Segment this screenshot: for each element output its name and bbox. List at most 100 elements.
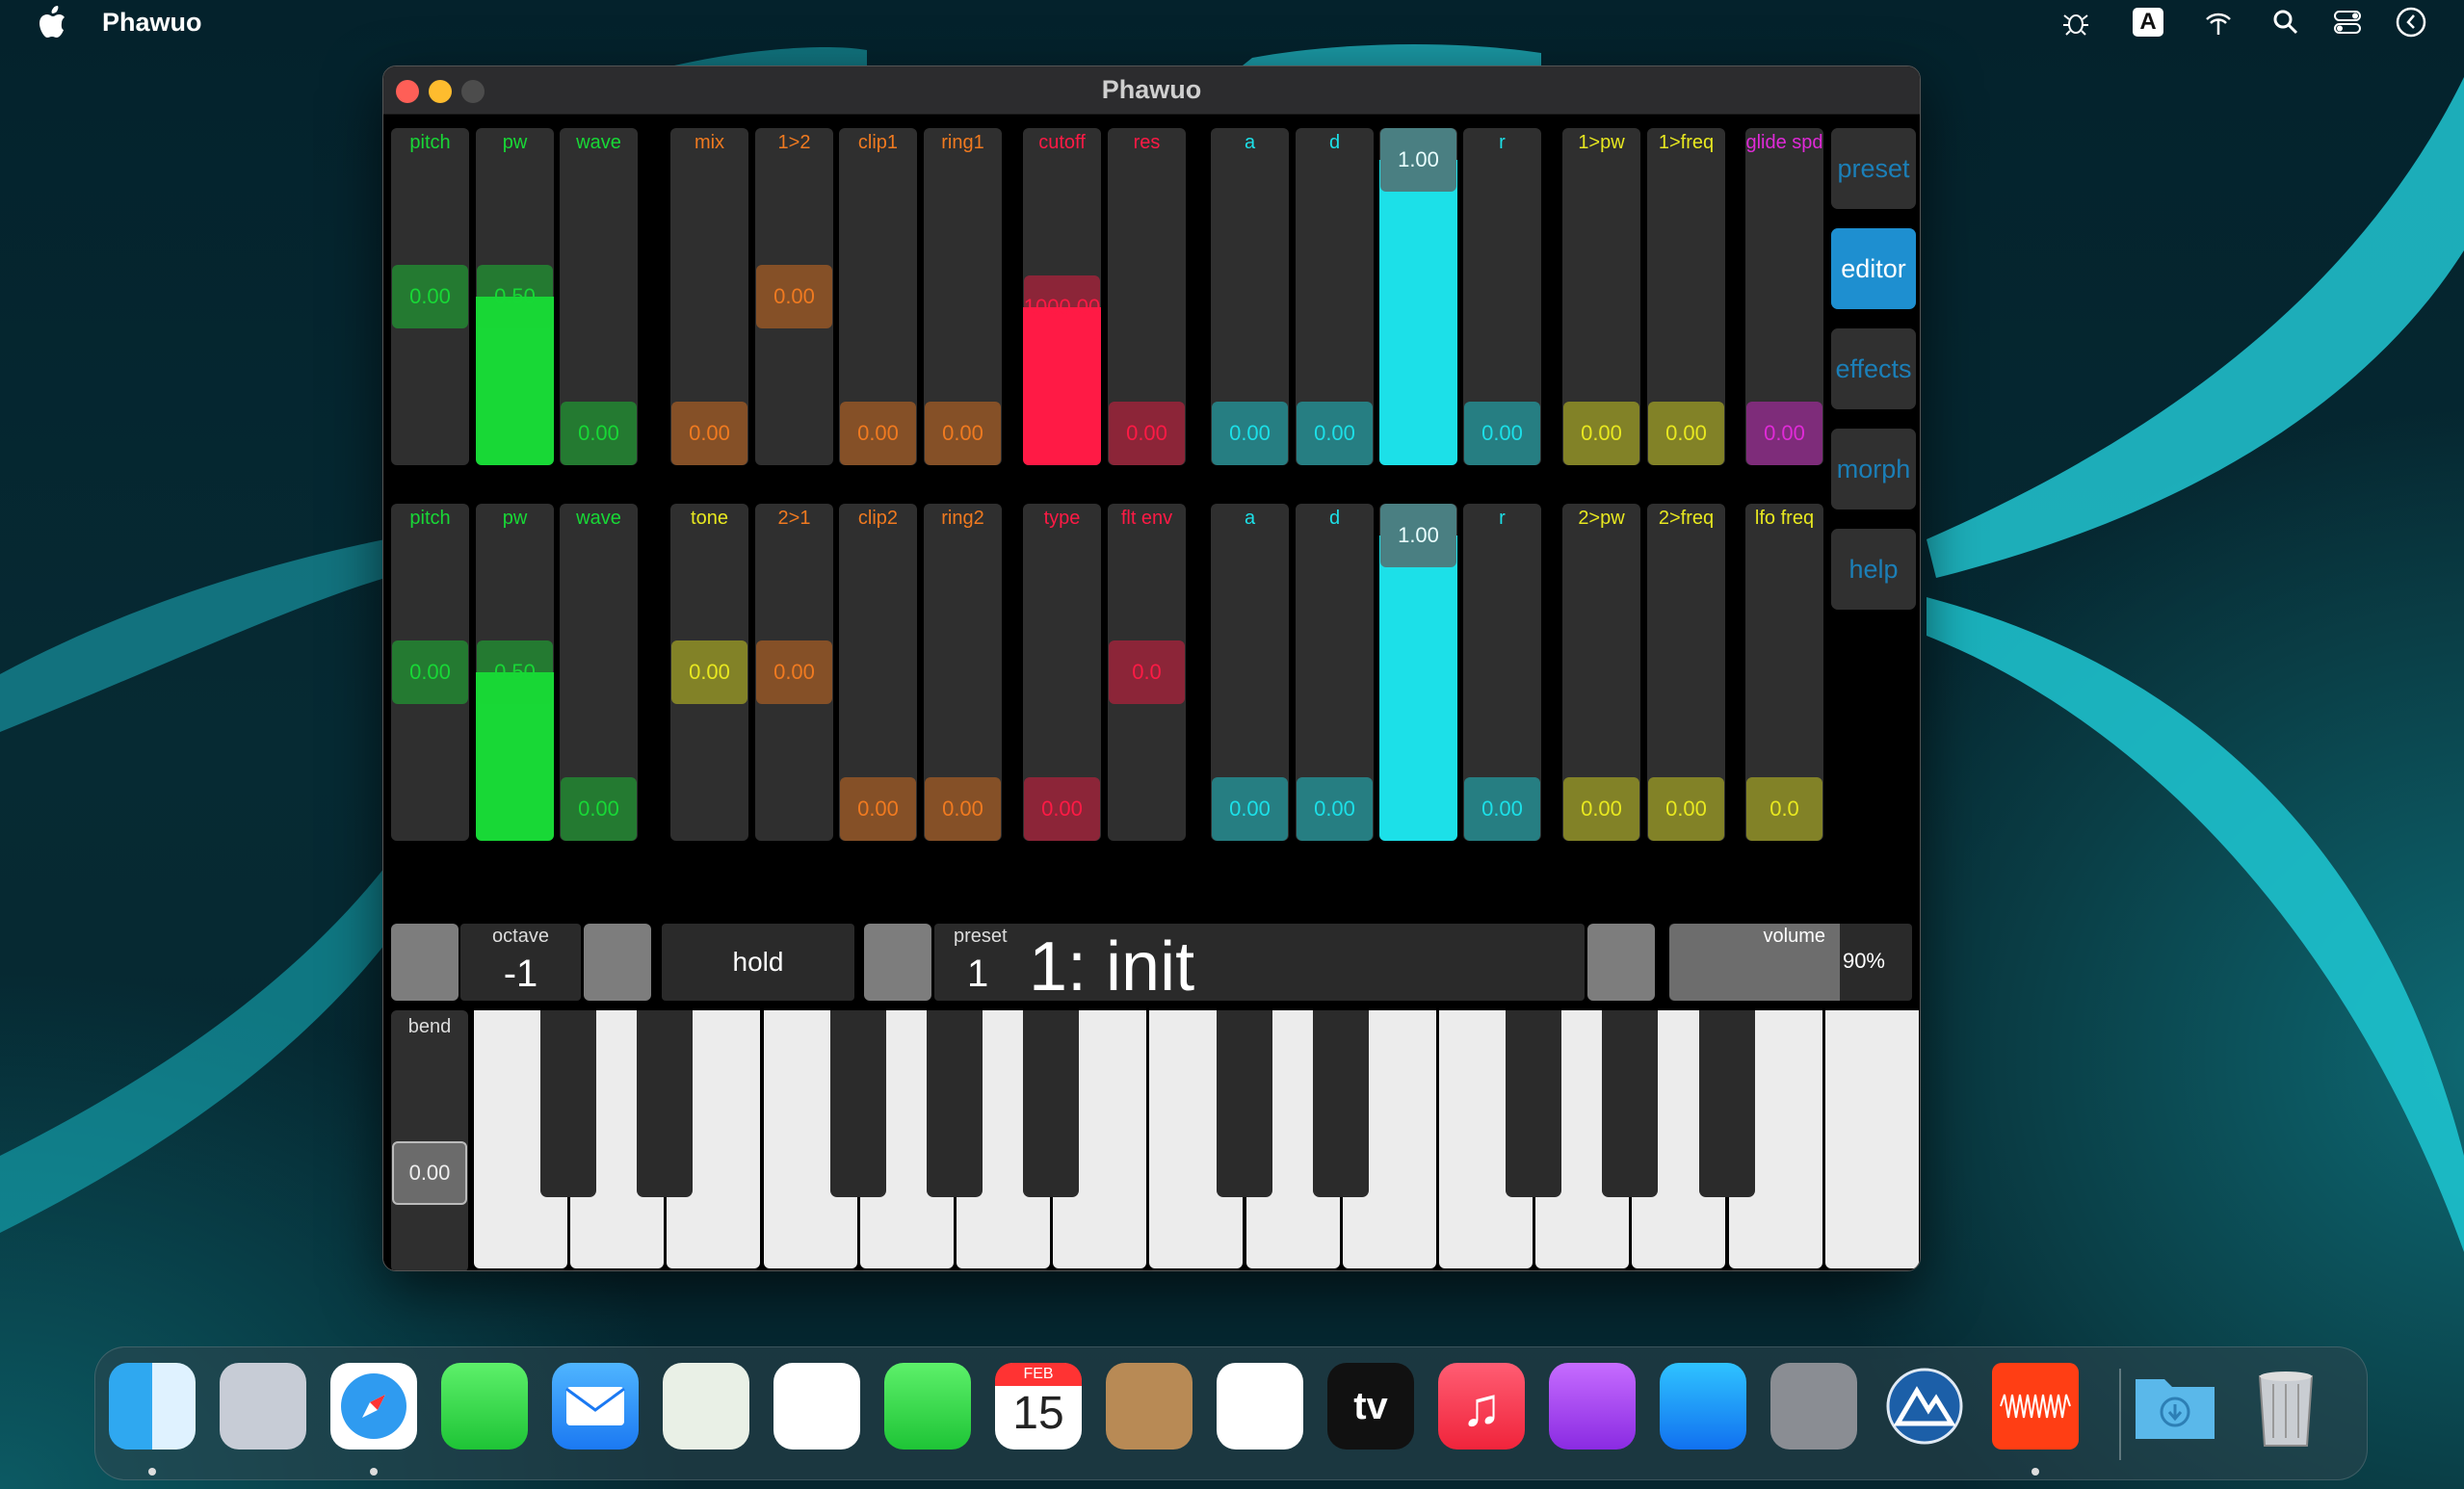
row2-slider-d[interactable]: d 0.00 [1296,504,1374,841]
row1-slider-cutoff[interactable]: cutoff 1000.00 [1023,128,1101,465]
row2-slider-2-1[interactable]: 2>1 0.00 [755,504,833,841]
nav-editor-button[interactable]: editor [1831,228,1916,309]
row1-slider-1-2[interactable]: 1>2 0.00 [755,128,833,465]
row1-slider-r[interactable]: r 0.00 [1463,128,1541,465]
row2-slider-pw[interactable]: pw 0.50 [476,504,554,841]
slider-knob[interactable]: 1000.00 [1024,275,1100,339]
bug-icon[interactable] [2059,6,2092,39]
slider-knob[interactable]: 0.0 [1746,777,1822,841]
slider-knob[interactable]: 0.0 [1109,640,1185,704]
row2-slider-ring2[interactable]: ring2 0.00 [924,504,1002,841]
text-input-icon[interactable]: A [2133,8,2163,37]
octave-down-button[interactable] [391,924,459,1001]
row1-slider-pw[interactable]: pw 0.50 [476,128,554,465]
hold-button[interactable]: hold [662,924,854,1001]
facetime-icon[interactable] [884,1363,971,1450]
black-key[interactable] [1313,1010,1369,1197]
row1-slider-ring1[interactable]: ring1 0.00 [924,128,1002,465]
row2-slider-flt-env[interactable]: flt env 0.0 [1108,504,1186,841]
title-bar[interactable]: Phawuo [383,66,1920,115]
slider-knob[interactable]: 0.00 [671,640,747,704]
volume-slider[interactable]: volume 90% [1669,924,1912,1001]
slider-knob[interactable]: 0.50 [477,265,553,328]
black-key[interactable] [830,1010,886,1197]
phawuo-app-icon[interactable] [1992,1363,2079,1450]
row1-slider-res[interactable]: res 0.00 [1108,128,1186,465]
preset-next-button[interactable] [1587,924,1655,1001]
row2-slider-tone[interactable]: tone 0.00 [670,504,748,841]
white-key[interactable] [1825,1010,1919,1268]
slider-knob[interactable]: 0.00 [1212,777,1288,841]
black-key[interactable] [1506,1010,1561,1197]
row2-slider-a[interactable]: a 0.00 [1211,504,1289,841]
slider-knob[interactable]: 0.00 [925,777,1001,841]
slider-knob[interactable]: 0.00 [1024,777,1100,841]
music-icon[interactable]: ♫ [1438,1363,1525,1450]
slider-knob[interactable]: 0.00 [561,777,637,841]
preset-prev-button[interactable] [864,924,931,1001]
slider-knob[interactable]: 0.00 [392,265,468,328]
slider-knob[interactable]: 0.00 [1648,777,1724,841]
appstore-icon[interactable] [1660,1363,1746,1450]
row2-slider-2-freq[interactable]: 2>freq 0.00 [1647,504,1725,841]
slider-knob[interactable]: 1.00 [1380,128,1456,192]
slider-knob[interactable]: 0.00 [1464,777,1540,841]
black-key[interactable] [1699,1010,1755,1197]
slider-knob[interactable]: 0.00 [1746,402,1822,465]
finder-icon[interactable] [109,1363,196,1450]
clock-icon[interactable] [2395,6,2427,39]
slider-knob[interactable]: 0.00 [671,402,747,465]
minimize-button[interactable] [429,80,452,103]
nav-preset-button[interactable]: preset [1831,128,1916,209]
row1-slider-glide-spd[interactable]: glide spd 0.00 [1745,128,1823,465]
slider-knob[interactable]: 0.50 [477,640,553,704]
nav-effects-button[interactable]: effects [1831,328,1916,409]
slider-knob[interactable]: 0.00 [1297,777,1373,841]
black-key[interactable] [1023,1010,1079,1197]
slider-knob[interactable]: 0.00 [840,402,916,465]
slider-knob[interactable]: 0.00 [1297,402,1373,465]
slider-knob[interactable]: 0.00 [756,265,832,328]
row1-slider-clip1[interactable]: clip1 0.00 [839,128,917,465]
row2-slider-type[interactable]: type 0.00 [1023,504,1101,841]
row2-slider-wave[interactable]: wave 0.00 [560,504,638,841]
slider-knob[interactable]: 0.00 [1464,402,1540,465]
black-key[interactable] [1602,1010,1658,1197]
contacts-icon[interactable] [1106,1363,1193,1450]
row2-slider-lfo-freq[interactable]: lfo freq 0.0 [1745,504,1823,841]
maps-icon[interactable] [663,1363,749,1450]
slider-knob[interactable]: 0.00 [1648,402,1724,465]
menu-app-name[interactable]: Phawuo [102,8,202,38]
safari-icon[interactable] [330,1363,417,1450]
altimeter-icon[interactable] [1881,1363,1968,1450]
slider-knob[interactable]: 0.00 [1212,402,1288,465]
row1-slider-a[interactable]: a 0.00 [1211,128,1289,465]
control-center-icon[interactable] [2331,6,2364,39]
row2-slider-2-pw[interactable]: 2>pw 0.00 [1562,504,1640,841]
mail-icon[interactable] [552,1363,639,1450]
row2-slider-clip2[interactable]: clip2 0.00 [839,504,917,841]
slider-knob[interactable]: 0.00 [1563,402,1639,465]
slider-knob[interactable]: 0.00 [840,777,916,841]
row1-slider-1-pw[interactable]: 1>pw 0.00 [1562,128,1640,465]
slider-knob[interactable]: 1.00 [1380,504,1456,567]
trash-icon[interactable] [2242,1363,2329,1450]
appletv-icon[interactable]: tv [1327,1363,1414,1450]
notes-icon[interactable] [1217,1363,1303,1450]
slider-knob[interactable]: 0.00 [1109,402,1185,465]
messages-icon[interactable] [441,1363,528,1450]
downloads-folder-icon[interactable] [2132,1363,2218,1450]
system-settings-icon[interactable] [1770,1363,1857,1450]
row1-slider-mix[interactable]: mix 0.00 [670,128,748,465]
row2-slider-pitch[interactable]: pitch 0.00 [391,504,469,841]
octave-up-button[interactable] [584,924,651,1001]
close-button[interactable] [396,80,419,103]
black-key[interactable] [637,1010,693,1197]
black-key[interactable] [927,1010,983,1197]
bend-wheel[interactable]: bend 0.00 [391,1010,468,1270]
slider-knob[interactable]: 0.00 [756,640,832,704]
launchpad-icon[interactable] [220,1363,306,1450]
black-key[interactable] [540,1010,596,1197]
nav-morph-button[interactable]: morph [1831,429,1916,509]
row2-slider-s[interactable]: s1.00 [1379,504,1457,841]
